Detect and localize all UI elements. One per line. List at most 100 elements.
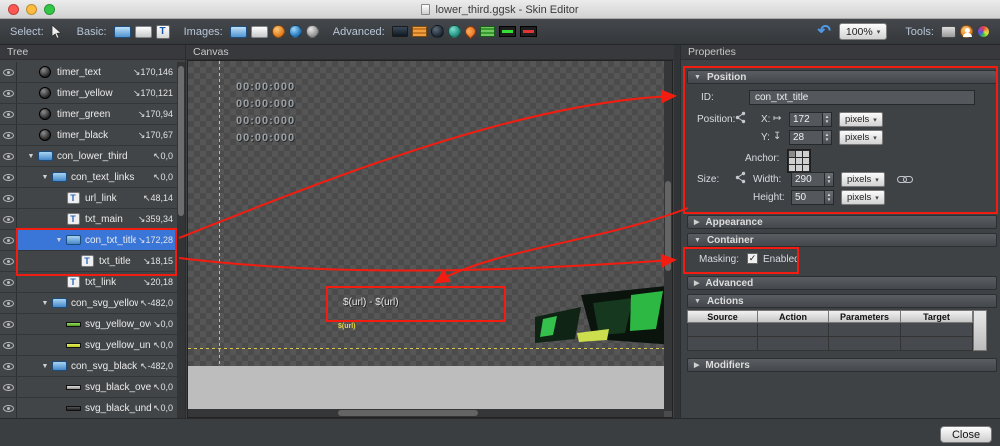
column-header[interactable]: Target [901, 310, 973, 323]
visibility-toggle[interactable] [0, 251, 17, 271]
text-tool[interactable]: T [155, 23, 170, 41]
scrollbar-thumb[interactable] [665, 181, 671, 271]
table-tool[interactable] [411, 23, 427, 41]
tree-row[interactable]: svg_yellow_under↖0,0 [0, 335, 177, 356]
section-header-actions[interactable]: ▼ Actions [687, 294, 997, 308]
tree-row[interactable]: Ttxt_link ↘20,18 [0, 272, 177, 293]
green-line-tool[interactable] [498, 23, 516, 41]
sphere-tool[interactable] [271, 23, 285, 41]
expand-triangle[interactable]: ▼ [25, 153, 37, 160]
tree-scrollbar-thumb[interactable] [178, 66, 184, 216]
timer-text[interactable]: 00:00:000 [236, 96, 295, 113]
close-button[interactable]: Close [940, 426, 992, 443]
canvas-horizontal-scrollbar[interactable] [188, 409, 664, 417]
width-input[interactable]: 290 [791, 172, 825, 187]
map-pin-tool[interactable] [462, 23, 479, 41]
image-tool[interactable] [229, 23, 247, 41]
scrollbar-thumb[interactable] [338, 410, 478, 416]
visibility-toggle[interactable] [0, 377, 17, 397]
id-field[interactable]: con_txt_title [749, 90, 975, 105]
anchor-grid[interactable] [787, 149, 811, 173]
timer-text[interactable]: 00:00:000 [236, 130, 295, 147]
section-header-position[interactable]: ▼ Position [687, 70, 997, 84]
tree-row[interactable]: ▼ con_text_links ↖0,0 [0, 167, 177, 188]
chain-link-icon[interactable] [897, 175, 913, 184]
masking-checkbox[interactable]: ✓ [747, 253, 758, 264]
visibility-toggle[interactable] [0, 398, 17, 418]
tree-row[interactable]: timer_black ↘170,67 [0, 125, 177, 146]
visibility-toggle[interactable] [0, 356, 17, 376]
timer-text[interactable]: 00:00:000 [236, 113, 295, 130]
visibility-toggle[interactable] [0, 104, 17, 124]
tree-row[interactable]: timer_text ↘170,146 [0, 62, 177, 83]
undo-button[interactable]: ↶ [817, 23, 830, 41]
canvas-viewport[interactable]: 00:00:000 00:00:000 00:00:000 00:00:000 … [187, 60, 673, 418]
table-scrollbar[interactable] [973, 310, 987, 351]
canvas-vertical-scrollbar[interactable] [664, 61, 672, 411]
section-header-advanced[interactable]: ▶ Advanced [687, 276, 997, 290]
timer-text-layers[interactable]: 00:00:000 00:00:000 00:00:000 00:00:000 [236, 79, 295, 147]
column-header[interactable]: Parameters [829, 310, 901, 323]
y-input[interactable]: 28 [789, 130, 823, 145]
x-stepper[interactable]: ▲ ▼ [823, 112, 832, 127]
tree-row[interactable]: ▼ con_lower_third ↖0,0 [0, 146, 177, 167]
panel-tool[interactable] [134, 23, 152, 41]
expand-triangle[interactable]: ▼ [39, 363, 51, 370]
palette-tool[interactable] [977, 23, 990, 41]
red-line-tool[interactable] [519, 23, 537, 41]
expand-triangle[interactable]: ▼ [39, 300, 51, 307]
url-placeholder-text[interactable]: $(url) - $(url) [343, 297, 399, 308]
screen-tool[interactable] [391, 23, 408, 41]
visibility-toggle[interactable] [0, 188, 17, 208]
x-input[interactable]: 172 [789, 112, 823, 127]
tree-row[interactable]: Turl_link ↖48,14 [0, 188, 177, 209]
section-header-container[interactable]: ▼ Container [687, 233, 997, 247]
tree-row[interactable]: timer_green ↘170,94 [0, 104, 177, 125]
section-header-appearance[interactable]: ▶ Appearance [687, 215, 997, 229]
image-frame-tool[interactable] [250, 23, 268, 41]
table-cell[interactable] [901, 323, 973, 337]
visibility-toggle[interactable] [0, 230, 17, 250]
table-cell[interactable] [758, 337, 829, 351]
table-cell[interactable] [829, 337, 901, 351]
y-unit-dropdown[interactable]: pixels ▾ [839, 130, 883, 145]
step-down-icon[interactable]: ▼ [825, 137, 829, 143]
tree-scrollbar[interactable] [177, 62, 185, 418]
table-cell[interactable] [901, 337, 973, 351]
container-tool[interactable] [113, 23, 131, 41]
section-header-modifiers[interactable]: ▶ Modifiers [687, 358, 997, 372]
timer-text[interactable]: 00:00:000 [236, 79, 295, 96]
link-nodes-icon[interactable] [735, 171, 746, 184]
select-cursor-tool[interactable] [51, 23, 63, 41]
tree-row[interactable]: ▼ con_svg_yellow ↖-482,0 [0, 293, 177, 314]
visibility-toggle[interactable] [0, 62, 17, 82]
expand-triangle[interactable]: ▼ [53, 237, 65, 244]
width-stepper[interactable]: ▲ ▼ [825, 172, 834, 187]
visibility-toggle[interactable] [0, 83, 17, 103]
step-down-icon[interactable]: ▼ [825, 119, 829, 125]
width-unit-dropdown[interactable]: pixels ▾ [841, 172, 885, 187]
visibility-toggle[interactable] [0, 314, 17, 334]
y-stepper[interactable]: ▲ ▼ [823, 130, 832, 145]
visibility-toggle[interactable] [0, 335, 17, 355]
height-stepper[interactable]: ▲ ▼ [825, 190, 834, 205]
gray-sphere-tool[interactable] [305, 23, 319, 41]
table-cell[interactable] [687, 323, 758, 337]
height-input[interactable]: 50 [791, 190, 825, 205]
column-header[interactable]: Source [687, 310, 758, 323]
compass-tool[interactable] [447, 23, 461, 41]
x-unit-dropdown[interactable]: pixels ▾ [839, 112, 883, 127]
expand-triangle[interactable]: ▼ [39, 174, 51, 181]
zoom-dropdown[interactable]: 100% ▾ [838, 23, 888, 40]
table-cell[interactable] [829, 323, 901, 337]
visibility-toggle[interactable] [0, 146, 17, 166]
users-tool[interactable] [960, 23, 973, 41]
visibility-toggle[interactable] [0, 125, 17, 145]
table-cell[interactable] [758, 323, 829, 337]
link-nodes-icon[interactable] [735, 111, 746, 124]
tree-row[interactable]: Ttxt_main ↘359,34 [0, 209, 177, 230]
tree-row[interactable]: ▼ con_svg_black ↖-482,0 [0, 356, 177, 377]
tree-row[interactable]: timer_yellow ↘170,121 [0, 83, 177, 104]
table-cell[interactable] [687, 337, 758, 351]
globe-tool[interactable] [288, 23, 302, 41]
